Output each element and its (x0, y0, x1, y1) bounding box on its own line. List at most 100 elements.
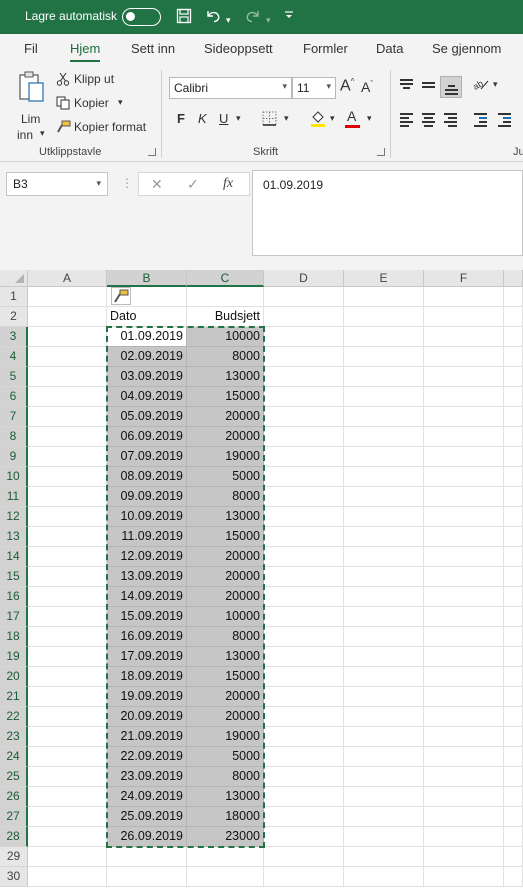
column-header-e[interactable]: E (344, 270, 424, 287)
save-icon[interactable] (176, 8, 192, 28)
row-header-11[interactable]: 11 (0, 487, 28, 507)
cell-f25[interactable] (424, 767, 504, 787)
cell-f18[interactable] (424, 627, 504, 647)
cell-c5[interactable]: 13000 (187, 367, 264, 387)
cell-e22[interactable] (344, 707, 424, 727)
row-header-1[interactable]: 1 (0, 287, 28, 307)
cell-f24[interactable] (424, 747, 504, 767)
cell-d25[interactable] (264, 767, 344, 787)
copy-dropdown-icon[interactable]: ▾ (118, 97, 123, 108)
cell-b19[interactable]: 17.09.2019 (107, 647, 187, 667)
cell-e25[interactable] (344, 767, 424, 787)
cell-d20[interactable] (264, 667, 344, 687)
cell-a4[interactable] (28, 347, 107, 367)
cell-g26[interactable] (504, 787, 523, 807)
cell-f4[interactable] (424, 347, 504, 367)
row-header-19[interactable]: 19 (0, 647, 28, 667)
cell-g15[interactable] (504, 567, 523, 587)
cell-e13[interactable] (344, 527, 424, 547)
font-name-box[interactable]: Calibri ▾ (169, 77, 292, 99)
cell-g18[interactable] (504, 627, 523, 647)
cell-e7[interactable] (344, 407, 424, 427)
cell-a13[interactable] (28, 527, 107, 547)
cell-d6[interactable] (264, 387, 344, 407)
cell-d8[interactable] (264, 427, 344, 447)
row-header-28[interactable]: 28 (0, 827, 28, 847)
cell-c22[interactable]: 20000 (187, 707, 264, 727)
underline-dropdown-icon[interactable]: ▾ (236, 113, 241, 124)
cell-c25[interactable]: 8000 (187, 767, 264, 787)
cell-g17[interactable] (504, 607, 523, 627)
cell-d26[interactable] (264, 787, 344, 807)
cell-e6[interactable] (344, 387, 424, 407)
cell-c4[interactable]: 8000 (187, 347, 264, 367)
cell-e15[interactable] (344, 567, 424, 587)
cell-c6[interactable]: 15000 (187, 387, 264, 407)
cell-g11[interactable] (504, 487, 523, 507)
cell-c29[interactable] (187, 847, 264, 867)
cell-b12[interactable]: 10.09.2019 (107, 507, 187, 527)
cell-g3[interactable] (504, 327, 523, 347)
italic-button[interactable]: K (198, 111, 207, 126)
cell-a14[interactable] (28, 547, 107, 567)
cell-e9[interactable] (344, 447, 424, 467)
cell-f21[interactable] (424, 687, 504, 707)
cell-d23[interactable] (264, 727, 344, 747)
cell-f16[interactable] (424, 587, 504, 607)
cell-c16[interactable]: 20000 (187, 587, 264, 607)
cell-g13[interactable] (504, 527, 523, 547)
cell-c21[interactable]: 20000 (187, 687, 264, 707)
column-header-b[interactable]: B (107, 270, 187, 287)
paste-options-icon[interactable] (111, 287, 131, 305)
cell-a29[interactable] (28, 847, 107, 867)
cell-f7[interactable] (424, 407, 504, 427)
cell-a24[interactable] (28, 747, 107, 767)
cell-f5[interactable] (424, 367, 504, 387)
cell-e19[interactable] (344, 647, 424, 667)
cell-b14[interactable]: 12.09.2019 (107, 547, 187, 567)
row-header-29[interactable]: 29 (0, 847, 28, 867)
cell-b21[interactable]: 19.09.2019 (107, 687, 187, 707)
cell-f27[interactable] (424, 807, 504, 827)
cell-a2[interactable] (28, 307, 107, 327)
formula-input[interactable]: 01.09.2019 (252, 170, 523, 256)
cell-g30[interactable] (504, 867, 523, 887)
cell-b2[interactable]: Dato (107, 307, 187, 327)
cell-g9[interactable] (504, 447, 523, 467)
row-header-5[interactable]: 5 (0, 367, 28, 387)
cell-a20[interactable] (28, 667, 107, 687)
worksheet-grid[interactable]: A B C D E F 1 2 Dato Budsjett 3 01.09.2019 10000 4 02.… (0, 270, 523, 889)
cell-f14[interactable] (424, 547, 504, 567)
row-header-6[interactable]: 6 (0, 387, 28, 407)
undo-dropdown-icon[interactable]: ▾ (226, 11, 231, 29)
cell-e18[interactable] (344, 627, 424, 647)
cell-c1[interactable] (187, 287, 264, 307)
paste-button[interactable]: Lim inn ▾ (14, 70, 50, 142)
orientation-dropdown-icon[interactable]: ▾ (493, 79, 498, 90)
row-header-8[interactable]: 8 (0, 427, 28, 447)
cell-c24[interactable]: 5000 (187, 747, 264, 767)
cell-f15[interactable] (424, 567, 504, 587)
cell-e3[interactable] (344, 327, 424, 347)
insert-function-icon[interactable]: fx (223, 176, 233, 192)
cell-f2[interactable] (424, 307, 504, 327)
row-header-2[interactable]: 2 (0, 307, 28, 327)
cell-b13[interactable]: 11.09.2019 (107, 527, 187, 547)
cell-f6[interactable] (424, 387, 504, 407)
cell-b29[interactable] (107, 847, 187, 867)
cell-e11[interactable] (344, 487, 424, 507)
cell-c10[interactable]: 5000 (187, 467, 264, 487)
cell-d30[interactable] (264, 867, 344, 887)
row-header-22[interactable]: 22 (0, 707, 28, 727)
cell-a28[interactable] (28, 827, 107, 847)
cell-c12[interactable]: 13000 (187, 507, 264, 527)
cell-f23[interactable] (424, 727, 504, 747)
customize-toolbar-icon[interactable] (284, 6, 294, 26)
row-header-23[interactable]: 23 (0, 727, 28, 747)
cell-g8[interactable] (504, 427, 523, 447)
cell-c3[interactable]: 10000 (187, 327, 264, 347)
cell-f11[interactable] (424, 487, 504, 507)
font-color-button[interactable]: A (347, 108, 356, 124)
cell-e28[interactable] (344, 827, 424, 847)
cell-d7[interactable] (264, 407, 344, 427)
